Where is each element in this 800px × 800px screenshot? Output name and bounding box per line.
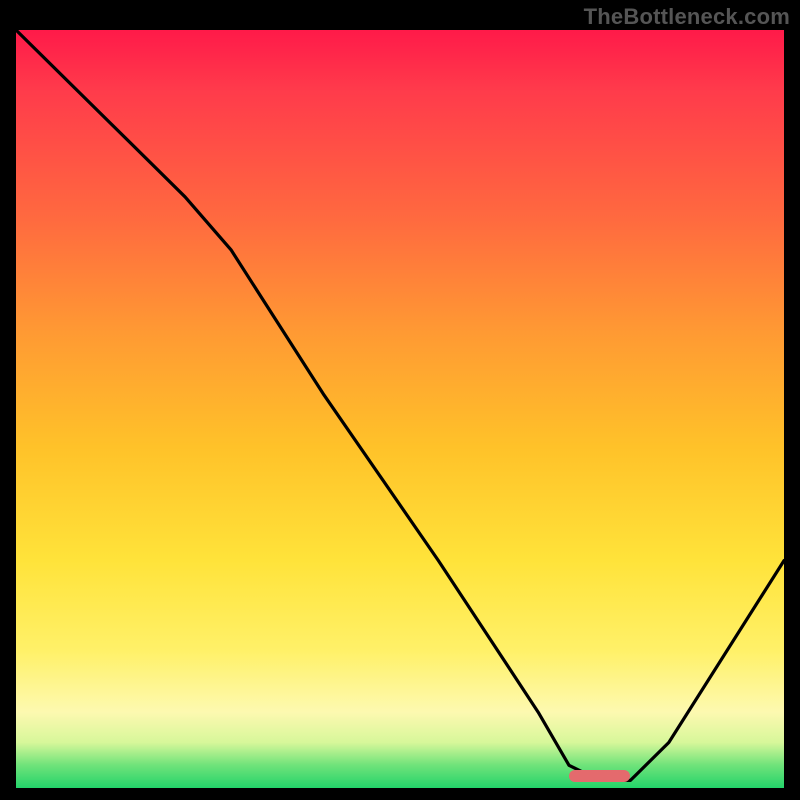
plot-canvas: [16, 30, 784, 788]
optimal-range-marker: [569, 770, 630, 782]
watermark-text: TheBottleneck.com: [584, 4, 790, 30]
plot-area: [16, 30, 784, 788]
chart-frame: TheBottleneck.com: [0, 0, 800, 800]
curve-path: [16, 30, 784, 780]
bottleneck-curve: [16, 30, 784, 788]
